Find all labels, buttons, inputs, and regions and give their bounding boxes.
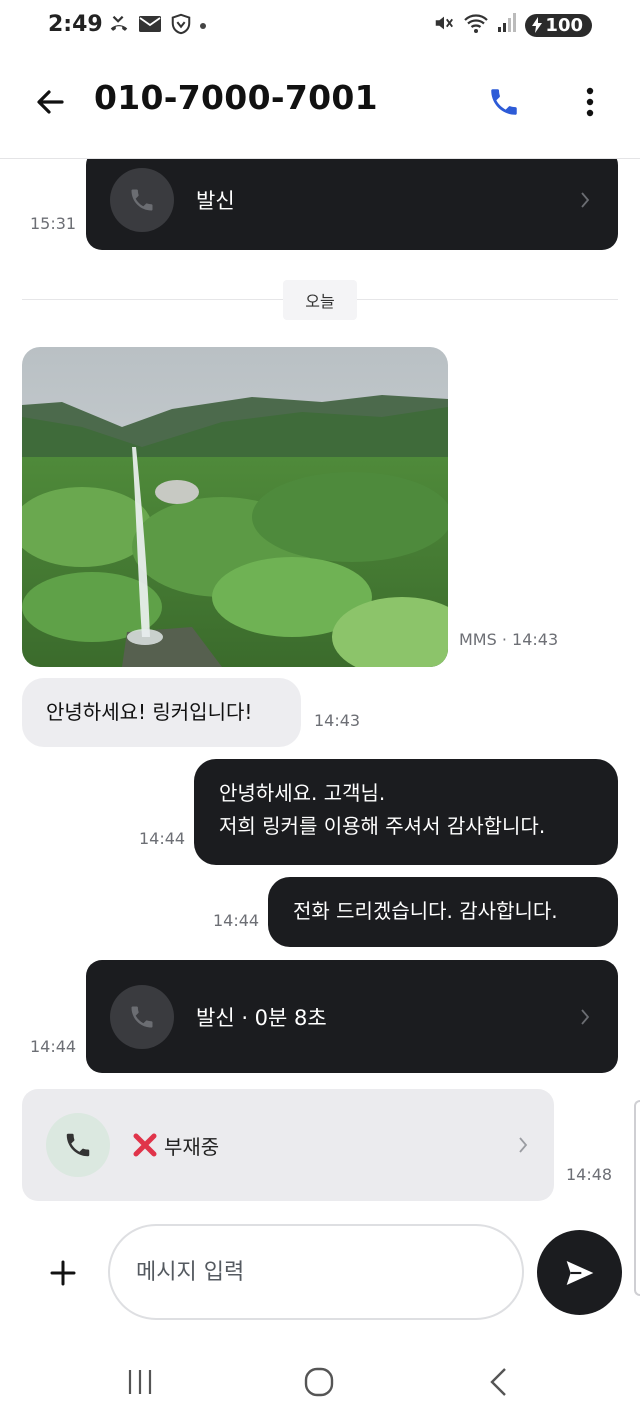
chevron-right-icon <box>581 1008 590 1025</box>
message-time: 14:48 <box>566 1165 613 1184</box>
conversation-header: 010-7000-7001 <box>0 60 640 144</box>
mms-photo[interactable] <box>22 347 448 667</box>
home-button[interactable] <box>289 1360 349 1404</box>
more-vertical-icon <box>586 87 594 117</box>
message-input[interactable] <box>108 1224 524 1320</box>
message-text: 안녕하세요! 링커입니다! <box>46 700 253 724</box>
missed-call-label: 부재중 <box>132 1131 219 1160</box>
home-icon <box>304 1367 334 1397</box>
status-bar: 2:49 100 <box>0 0 640 52</box>
cross-mark-icon <box>133 1133 157 1157</box>
system-navigation-bar <box>0 1340 640 1422</box>
call-label: 발신 <box>196 188 235 213</box>
recent-apps-icon <box>128 1370 152 1394</box>
mute-icon <box>433 12 455 38</box>
call-icon-circle <box>110 167 174 232</box>
outgoing-message-bubble[interactable]: 안녕하세요. 고객님. 저희 링커를 이용해 주셔서 감사합니다. <box>194 759 618 865</box>
phone-icon <box>131 189 153 210</box>
missed-call-icon <box>108 13 130 39</box>
message-text-line-2: 저희 링커를 이용해 주셔서 감사합니다. <box>219 814 546 838</box>
more-notifications-dot <box>200 23 206 29</box>
wifi-icon <box>463 12 489 38</box>
back-nav-button[interactable] <box>468 1360 528 1404</box>
chevron-right-icon <box>581 191 590 208</box>
landscape-photo <box>22 347 448 667</box>
arrow-left-icon <box>37 90 64 114</box>
message-time: 14:44 <box>139 829 186 848</box>
message-time: 15:31 <box>30 214 77 233</box>
notification-icons <box>108 13 206 39</box>
outgoing-call-card[interactable]: 발신 · 0분 8초 <box>86 960 618 1073</box>
signal-icon <box>497 12 517 38</box>
mail-icon <box>138 14 162 38</box>
missed-call-text: 부재중 <box>164 1134 220 1159</box>
outgoing-call-card[interactable]: 발신 <box>86 159 618 250</box>
call-icon-circle <box>110 984 174 1049</box>
message-time: 14:43 <box>314 711 361 730</box>
message-time: 14:44 <box>30 1037 77 1056</box>
missed-call-card[interactable]: 부재중 <box>22 1089 554 1201</box>
message-text: 전화 드리겠습니다. 감사합니다. <box>293 899 558 923</box>
back-button[interactable] <box>28 80 72 124</box>
outgoing-message-bubble[interactable]: 전화 드리겠습니다. 감사합니다. <box>268 877 618 947</box>
message-list[interactable]: 발신 15:31 오늘 MMS · 14:43 안녕하세요! 링커입니다! 14… <box>0 159 640 1209</box>
phone-icon <box>491 89 517 115</box>
plus-icon <box>50 1260 76 1286</box>
recent-apps-button[interactable] <box>110 1360 170 1404</box>
voice-call-button[interactable] <box>482 80 526 124</box>
phone-icon <box>131 1006 153 1027</box>
message-text-line-1: 안녕하세요. 고객님. <box>219 781 386 805</box>
date-separator: 오늘 <box>283 280 357 320</box>
message-time: 14:44 <box>213 911 260 930</box>
more-options-button[interactable] <box>568 80 612 124</box>
system-indicators: 100 <box>433 12 592 38</box>
bolt-icon <box>532 17 543 33</box>
incoming-message-bubble[interactable]: 안녕하세요! 링커입니다! <box>22 678 301 747</box>
phone-icon <box>66 1133 90 1157</box>
send-button[interactable] <box>537 1230 622 1315</box>
mms-meta: MMS · 14:43 <box>459 630 559 649</box>
attach-button[interactable] <box>40 1250 86 1296</box>
call-label: 발신 · 0분 8초 <box>196 1005 327 1030</box>
battery-indicator: 100 <box>525 13 592 37</box>
call-icon-circle <box>46 1113 110 1177</box>
chevron-left-icon <box>490 1368 506 1396</box>
send-icon <box>566 1260 593 1285</box>
battery-level: 100 <box>545 14 583 36</box>
contact-number: 010-7000-7001 <box>94 78 378 117</box>
shield-icon <box>170 13 192 39</box>
message-composer <box>0 1212 640 1332</box>
chevron-right-icon <box>519 1137 528 1153</box>
status-time: 2:49 <box>48 12 103 37</box>
